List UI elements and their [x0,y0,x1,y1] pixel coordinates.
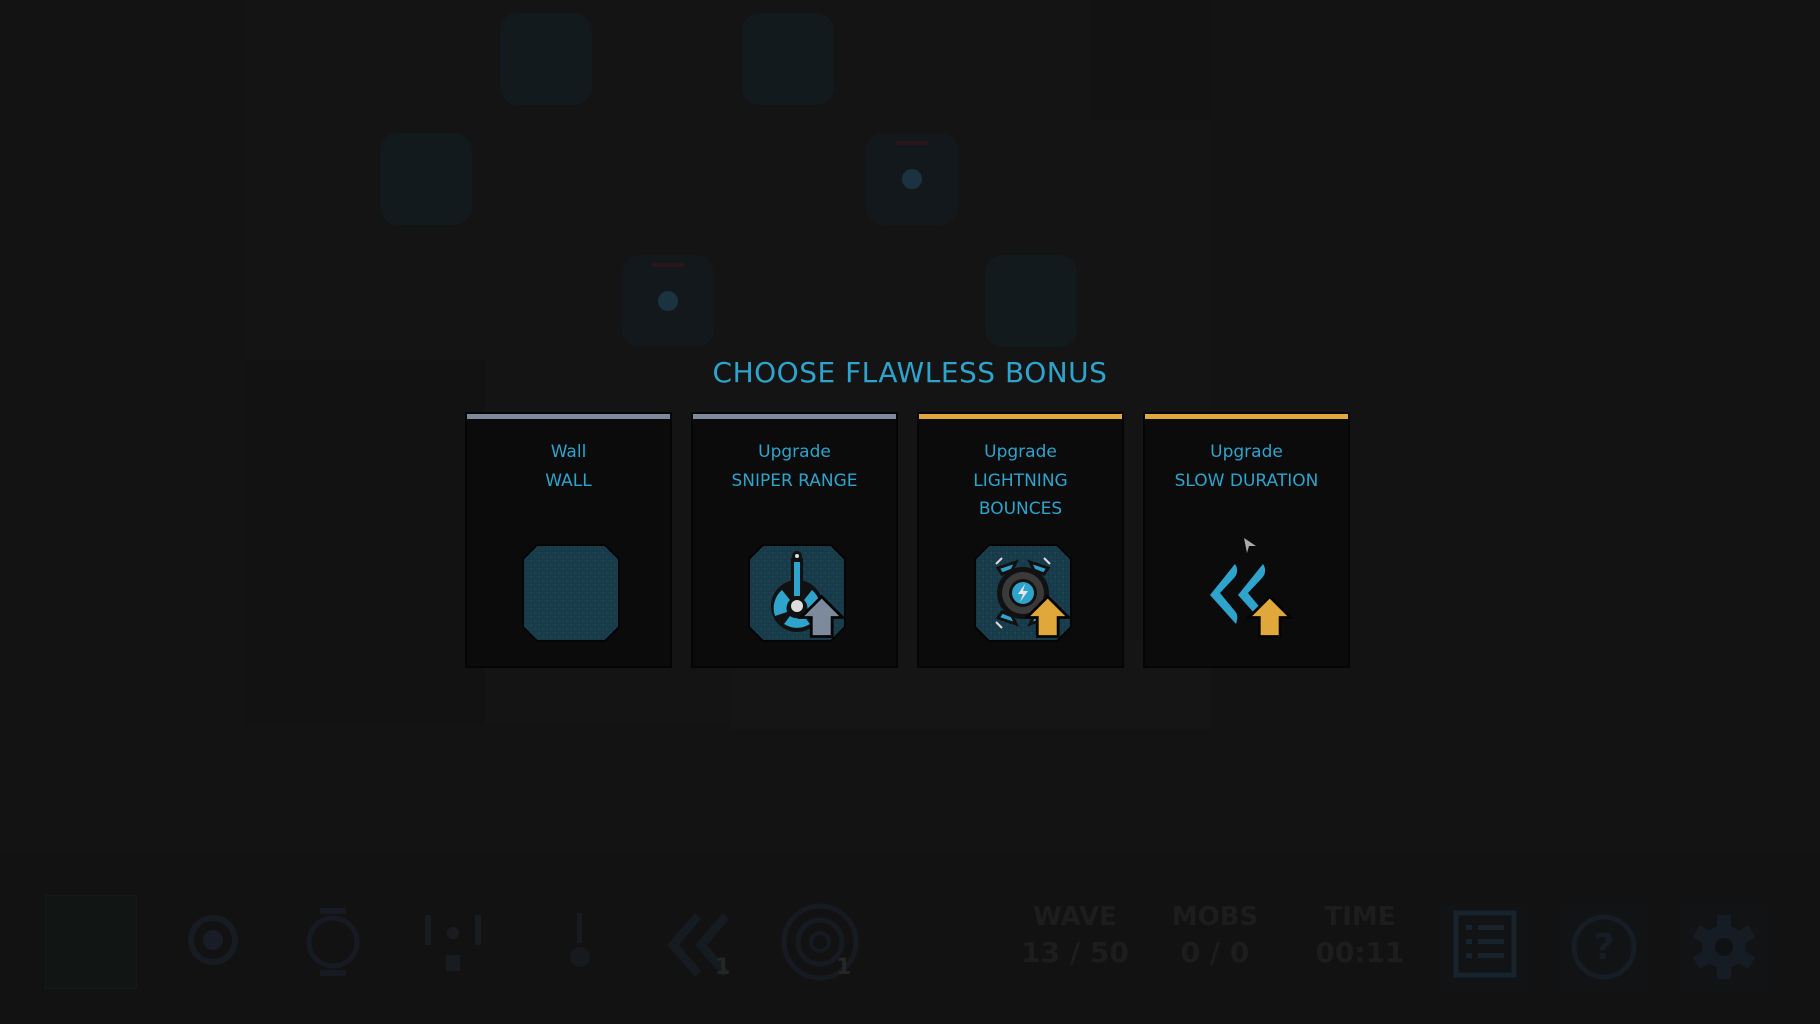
sniper-tower-icon [570,913,590,967]
settings-button[interactable] [1680,903,1768,991]
card-accent-bar [1145,414,1348,419]
wave-label: WAVE [1033,902,1117,932]
card-title-line2: BOUNCES [978,499,1063,519]
card-accent-bar [467,414,670,419]
placed-lightning-tower[interactable] [622,255,714,347]
bottom-hud: 1 1 WAVE 13 / 50 MOBS 0 / 0 TIME 00:11 [0,850,1820,1024]
card-title: WALL [545,470,592,491]
laser-tower-icon [425,915,481,971]
slow-tower-count: 1 [715,955,731,980]
card-accent-bar [919,414,1122,419]
card-label: Wall WALL [467,438,670,495]
wave-stat: WAVE 13 / 50 [1020,902,1130,969]
card-label: Upgrade SNIPER RANGE [693,438,896,495]
card-type: Wall [550,442,587,462]
bonus-cards: Wall WALL Upgrade SNIPER RANGE Upgrade L… [465,412,1350,668]
card-label: Upgrade LIGHTNING BOUNCES [919,438,1122,524]
slow-chevrons-icon [1210,538,1295,638]
playfield-panel [1090,0,1210,120]
hud-slow-tower-button[interactable]: 1 [665,905,740,985]
wave-value: 13 / 50 [1021,936,1129,969]
card-type: Upgrade [758,442,831,462]
placed-wall-tile[interactable] [500,13,592,105]
placed-wall-tile[interactable] [380,133,472,225]
help-button[interactable]: ? [1560,903,1648,991]
lightning-tower-icon [974,544,1073,642]
time-stat: TIME 00:11 [1310,902,1410,969]
target-tower-count: 1 [836,955,852,980]
card-title: SLOW DURATION [1174,470,1319,491]
mobs-stat: MOBS 0 / 0 [1165,902,1265,969]
bonus-card-slow-duration[interactable]: Upgrade SLOW DURATION [1143,412,1350,668]
placed-wall-tile[interactable] [985,255,1077,347]
card-label: Upgrade SLOW DURATION [1145,438,1348,495]
placed-wall-tile[interactable] [742,13,834,105]
card-type: Upgrade [984,442,1057,462]
stats-list-button[interactable] [1440,903,1528,991]
cannon-tower-icon [306,908,360,976]
gear-icon [1692,915,1756,979]
hud-wall-slot[interactable] [45,895,137,989]
hud-cannon-tower-button[interactable] [298,900,368,984]
choose-bonus-title: CHOOSE FLAWLESS BONUS [712,356,1108,389]
placed-laser-tower[interactable] [866,133,958,225]
hud-sniper-tower-button[interactable] [555,905,605,985]
wall-tile-icon [522,544,620,642]
time-label: TIME [1324,902,1396,932]
mobs-value: 0 / 0 [1180,936,1250,969]
mouse-cursor-icon [1244,538,1256,553]
playfield-panel [245,360,485,725]
mobs-label: MOBS [1171,902,1259,932]
bonus-card-wall[interactable]: Wall WALL [465,412,672,668]
lightning-tower-icon [188,915,238,965]
card-accent-bar [693,414,896,419]
hud-target-tower-button[interactable]: 1 [780,900,860,985]
help-icon: ? [1571,914,1637,980]
hud-laser-tower-button[interactable] [420,905,490,980]
bonus-card-sniper-range[interactable]: Upgrade SNIPER RANGE [691,412,898,668]
time-value: 00:11 [1315,936,1405,969]
bonus-card-lightning-bounces[interactable]: Upgrade LIGHTNING BOUNCES [917,412,1124,668]
sniper-tower-icon [748,544,847,642]
card-type: Upgrade [1210,442,1283,462]
card-title: LIGHTNING [973,470,1068,491]
list-icon [1453,910,1517,978]
svg-text:?: ? [1594,927,1615,968]
hud-lightning-tower-button[interactable] [178,900,248,980]
card-title: SNIPER RANGE [731,470,858,491]
